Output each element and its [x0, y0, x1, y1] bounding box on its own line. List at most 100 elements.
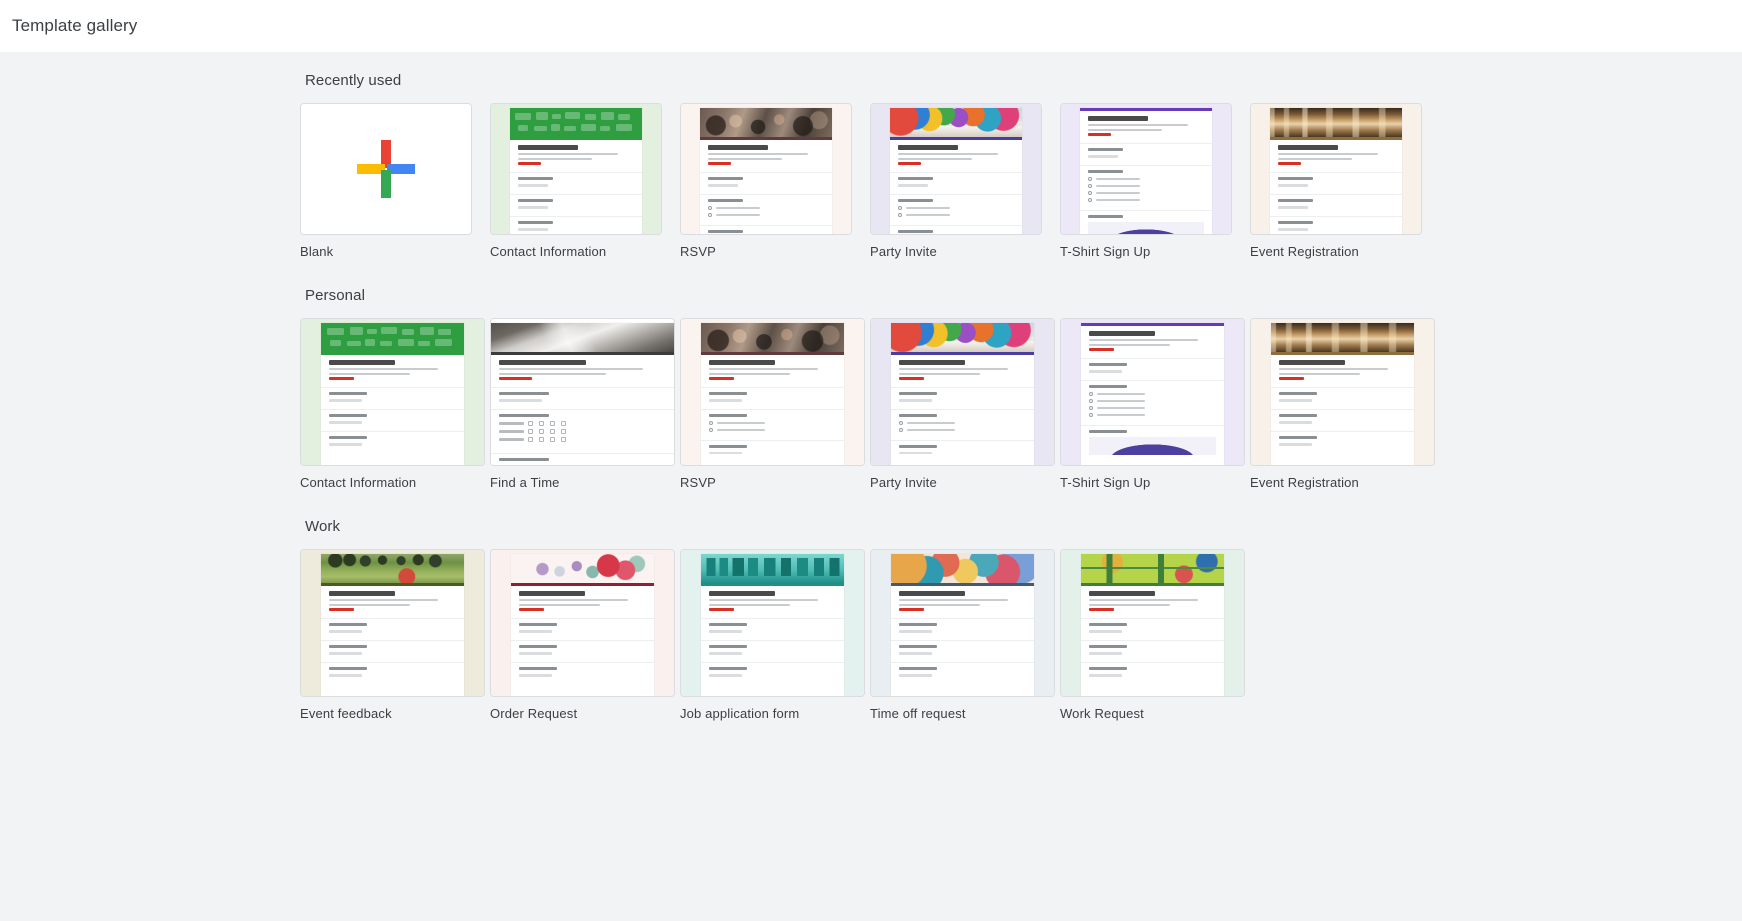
preview-form-title — [519, 591, 586, 596]
preview-backdrop — [1061, 104, 1231, 234]
template-label: Time off request — [870, 706, 966, 721]
preview-choice-label — [1097, 399, 1146, 403]
preview-title-block — [891, 355, 1034, 385]
template-card-t-shirt-sign-up[interactable] — [1060, 318, 1245, 466]
template-card-contact-information[interactable] — [490, 103, 662, 235]
form-template-preview — [681, 319, 864, 465]
preview-hero-image — [701, 323, 844, 352]
preview-choice-label — [905, 206, 950, 210]
preview-answer-placeholder — [897, 184, 928, 187]
preview-question-block — [1081, 618, 1224, 638]
blank-template-preview — [301, 104, 471, 234]
preview-description-line — [1279, 372, 1361, 375]
radio-button-icon — [897, 206, 902, 210]
hero-icon-shape — [533, 126, 547, 131]
preview-question-block — [1271, 387, 1414, 407]
template-label: RSVP — [680, 475, 717, 490]
preview-form-title — [329, 591, 396, 596]
template-cell: T-Shirt Sign Up — [1060, 318, 1250, 490]
preview-person-image — [1089, 436, 1216, 455]
template-card-event-registration[interactable] — [1250, 103, 1422, 235]
template-cell: Party Invite — [870, 103, 1060, 259]
preview-question-block — [321, 387, 464, 407]
preview-answer-placeholder — [1087, 155, 1118, 158]
preview-sheet — [1271, 323, 1414, 465]
preview-choice-option — [1087, 177, 1205, 181]
plus-arm-green-icon — [381, 170, 391, 198]
preview-description-line — [517, 153, 618, 155]
template-card-rsvp[interactable] — [680, 103, 852, 235]
preview-sheet — [889, 108, 1023, 234]
template-card-contact-information[interactable] — [300, 318, 485, 466]
template-cell: Job application form — [680, 549, 870, 721]
preview-choice-option — [1089, 406, 1216, 410]
template-label: Event Registration — [1250, 475, 1359, 490]
preview-choice-option — [709, 421, 836, 425]
preview-question-block — [1269, 216, 1403, 234]
radio-button-icon — [1089, 406, 1094, 410]
template-gallery-scroll-area[interactable]: Recently used Blank Contact Information RSV… — [0, 52, 1742, 921]
preview-sheet — [1079, 108, 1213, 234]
template-label: Contact Information — [300, 475, 417, 490]
preview-question-label — [519, 667, 558, 670]
template-card-rsvp[interactable] — [680, 318, 865, 466]
preview-backdrop — [871, 104, 1041, 234]
template-card-blank[interactable] — [300, 103, 472, 235]
template-card-party-invite[interactable] — [870, 103, 1042, 235]
preview-backdrop — [491, 550, 674, 696]
preview-question-label — [1087, 148, 1123, 151]
section-work: Work Event feedback Order Request Job appli… — [0, 518, 1742, 743]
preview-description-line — [899, 603, 981, 606]
template-card-party-invite[interactable] — [870, 318, 1055, 466]
preview-question-label — [517, 177, 553, 180]
hero-icon-shape — [346, 341, 362, 346]
template-card-time-off-request[interactable] — [870, 549, 1055, 697]
preview-required-note — [1277, 162, 1301, 165]
preview-question-block — [509, 172, 643, 192]
template-card-event-registration[interactable] — [1250, 318, 1435, 466]
hero-icon-shape — [581, 124, 596, 131]
preview-backdrop — [871, 550, 1054, 696]
preview-choice-label — [715, 206, 760, 210]
hero-icon-shape — [419, 327, 434, 335]
preview-question-block — [511, 618, 654, 638]
preview-title-block — [1079, 111, 1213, 141]
preview-answer-placeholder — [1277, 184, 1308, 187]
preview-title-block — [511, 586, 654, 616]
preview-required-note — [1089, 348, 1115, 351]
preview-description-line — [329, 368, 439, 370]
preview-question-block — [321, 618, 464, 638]
preview-question-label — [709, 623, 748, 626]
preview-question-block — [701, 387, 844, 407]
template-card-order-request[interactable] — [490, 549, 675, 697]
top-bar: Template gallery — [0, 0, 1742, 52]
preview-question-label — [707, 177, 743, 180]
preview-grid-cell — [528, 421, 534, 426]
preview-title-block — [1271, 355, 1414, 385]
hero-icon-shape — [418, 341, 430, 346]
preview-description-line — [709, 368, 819, 370]
preview-question-label — [1089, 645, 1128, 648]
preview-description-line — [1089, 343, 1171, 346]
preview-choice-label — [1095, 198, 1140, 202]
preview-answer-placeholder — [899, 451, 933, 454]
template-label: Party Invite — [870, 244, 937, 259]
preview-choice-option — [1087, 184, 1205, 188]
preview-grid-row-header — [499, 430, 525, 433]
preview-description-line — [517, 157, 593, 160]
preview-question-label — [329, 414, 368, 417]
preview-description-line — [1277, 153, 1378, 155]
preview-title-block — [491, 355, 674, 385]
preview-question-block — [891, 409, 1034, 437]
template-card-job-application-form[interactable] — [680, 549, 865, 697]
template-card-work-request[interactable] — [1060, 549, 1245, 697]
preview-question-block — [321, 662, 464, 682]
preview-choice-option — [1089, 399, 1216, 403]
template-card-find-a-time[interactable] — [490, 318, 675, 466]
hero-icon-shape — [326, 328, 344, 335]
preview-backdrop — [681, 104, 851, 234]
radio-button-icon — [707, 213, 712, 217]
template-card-t-shirt-sign-up[interactable] — [1060, 103, 1232, 235]
preview-grid-row-header — [499, 438, 525, 441]
template-card-event-feedback[interactable] — [300, 549, 485, 697]
